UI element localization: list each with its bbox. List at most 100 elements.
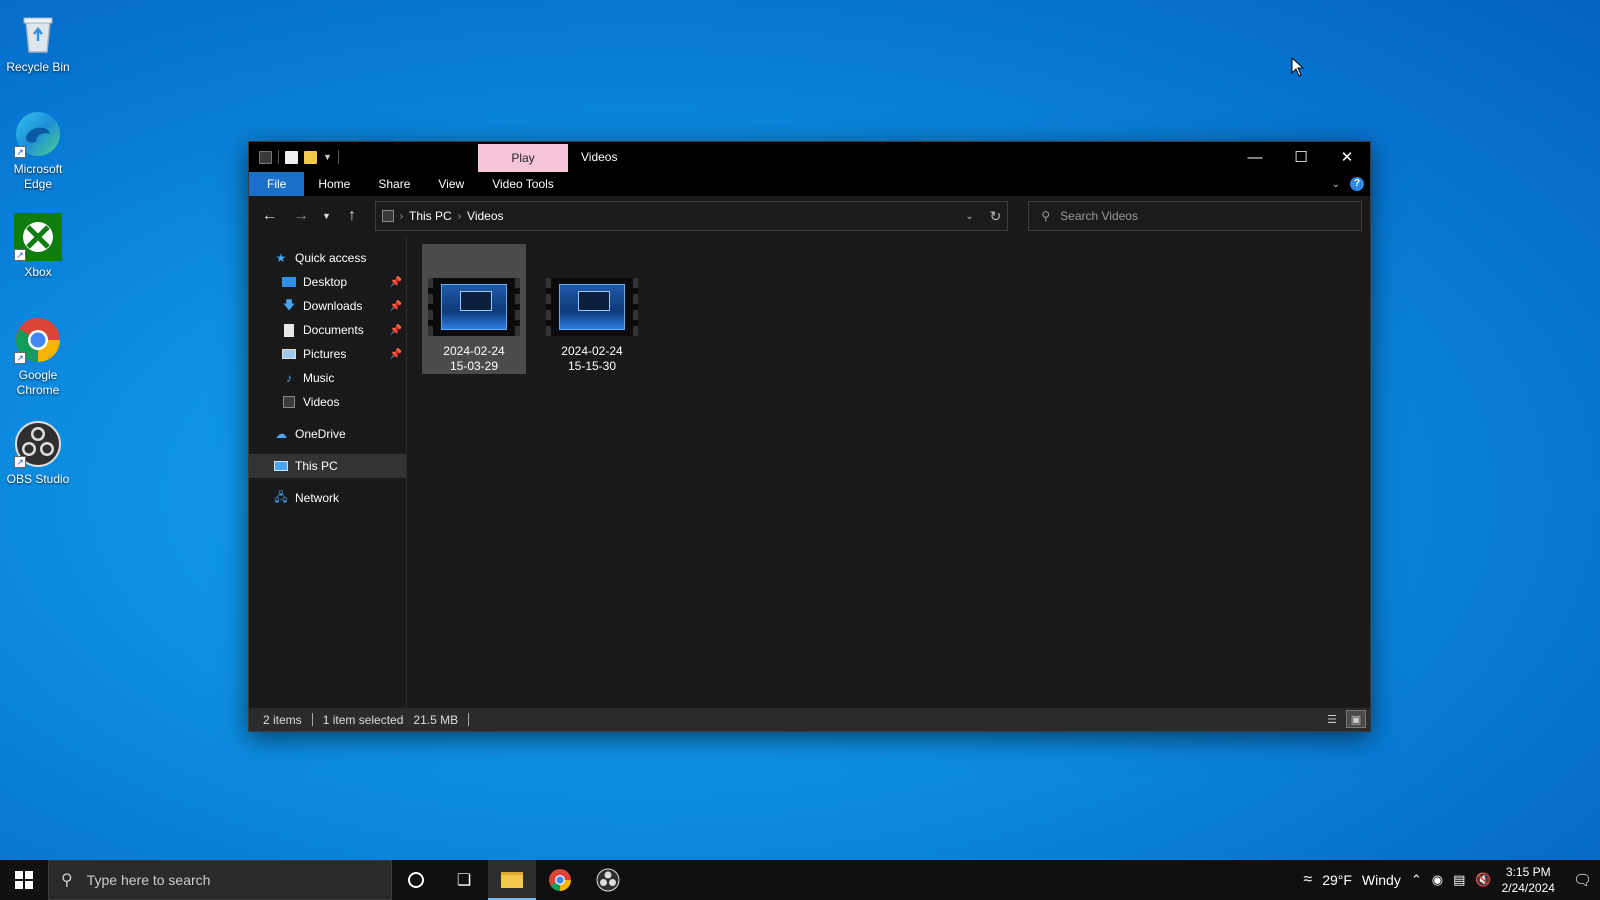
breadcrumb-separator-icon: › bbox=[399, 210, 404, 222]
details-view-icon[interactable]: ☰ bbox=[1322, 710, 1342, 728]
weather-temp[interactable]: 29°F bbox=[1322, 872, 1352, 888]
ribbon-tabs: File Home Share View Video Tools ⌄ ? bbox=[249, 172, 1370, 196]
nav-item-music[interactable]: ♪ Music bbox=[249, 366, 406, 390]
tab-play-context[interactable]: Play bbox=[478, 144, 568, 172]
nav-item-downloads[interactable]: 🡇 Downloads 📌 bbox=[249, 294, 406, 318]
minimize-button[interactable]: — bbox=[1232, 142, 1278, 172]
clock[interactable]: 3:15 PM 2/24/2024 bbox=[1502, 864, 1555, 896]
video-thumbnail-icon bbox=[428, 278, 520, 336]
breadcrumb-separator-icon: › bbox=[457, 210, 462, 222]
search-input[interactable]: ⚲ Search Videos bbox=[1028, 201, 1362, 231]
nav-item-label: Music bbox=[303, 371, 335, 385]
start-button[interactable] bbox=[0, 860, 48, 900]
volume-muted-icon[interactable]: 🔇 bbox=[1475, 872, 1491, 888]
tab-file[interactable]: File bbox=[249, 172, 305, 196]
taskbar-obs[interactable] bbox=[584, 860, 632, 900]
address-history-chevron-icon[interactable]: ⌄ bbox=[965, 211, 973, 222]
nav-item-label: Downloads bbox=[303, 299, 363, 313]
date: 2/24/2024 bbox=[1501, 881, 1555, 895]
close-button[interactable]: ✕ bbox=[1324, 142, 1370, 172]
breadcrumb-this-pc[interactable]: This PC bbox=[409, 209, 452, 223]
taskbar: ⚲ Type here to search ❏ ≈ 29°F Windy ⌃ ◉… bbox=[0, 860, 1600, 900]
tab-share[interactable]: Share bbox=[364, 172, 424, 196]
shortcut-arrow-icon: ↗ bbox=[14, 249, 26, 261]
selection-size: 21.5 MB bbox=[413, 712, 459, 727]
taskbar-search-input[interactable]: ⚲ Type here to search bbox=[48, 860, 392, 900]
weather-desc[interactable]: Windy bbox=[1362, 872, 1401, 888]
file-item[interactable]: 2024-02-24 15-15-30 bbox=[540, 244, 644, 374]
pin-icon[interactable]: 📌 bbox=[390, 301, 402, 312]
tab-view[interactable]: View bbox=[424, 172, 478, 196]
forward-button[interactable]: → bbox=[288, 203, 313, 229]
window-icon bbox=[259, 150, 272, 164]
taskbar-file-explorer[interactable] bbox=[488, 860, 536, 900]
refresh-icon[interactable]: ↻ bbox=[990, 208, 1002, 225]
selection-info: 1 item selected bbox=[322, 712, 404, 727]
edge-icon: ↗ bbox=[14, 110, 62, 158]
file-item[interactable]: 2024-02-24 15-03-29 bbox=[422, 244, 526, 374]
nav-item-quick-access[interactable]: ★ Quick access bbox=[249, 246, 406, 270]
documents-icon bbox=[281, 323, 297, 337]
notifications-icon[interactable]: 🗨 bbox=[1573, 871, 1592, 889]
desktop-icon-obs[interactable]: ↗ OBS Studio bbox=[1, 420, 75, 487]
pin-icon[interactable]: 📌 bbox=[390, 325, 402, 336]
video-thumbnail-icon bbox=[546, 278, 638, 336]
desktop-icon-chrome[interactable]: ↗ Google Chrome bbox=[1, 316, 75, 398]
nav-item-pictures[interactable]: Pictures 📌 bbox=[249, 342, 406, 366]
desktop-folder-icon bbox=[281, 275, 297, 289]
search-placeholder: Search Videos bbox=[1060, 209, 1138, 223]
cortana-circle-icon bbox=[408, 872, 424, 888]
cortana-button[interactable] bbox=[392, 860, 440, 900]
meet-now-icon[interactable]: ◉ bbox=[1432, 872, 1443, 888]
chrome-icon: ↗ bbox=[14, 316, 62, 364]
nav-item-label: Quick access bbox=[295, 251, 367, 265]
nav-item-onedrive[interactable]: ☁ OneDrive bbox=[249, 422, 406, 446]
nav-item-documents[interactable]: Documents 📌 bbox=[249, 318, 406, 342]
pin-icon[interactable]: 📌 bbox=[390, 277, 402, 288]
large-icons-view-icon[interactable]: ▣ bbox=[1346, 710, 1366, 728]
expand-ribbon-chevron-icon[interactable]: ⌄ bbox=[1332, 179, 1340, 190]
divider bbox=[278, 150, 279, 164]
file-name: 2024-02-24 15-03-29 bbox=[443, 344, 505, 373]
shortcut-arrow-icon: ↗ bbox=[14, 146, 26, 158]
navigation-pane: ★ Quick access Desktop 📌 🡇 Downloads 📌 D… bbox=[249, 236, 407, 708]
desktop-icon-xbox[interactable]: ↗ Xbox bbox=[1, 213, 75, 280]
nav-item-this-pc[interactable]: This PC bbox=[249, 454, 406, 478]
desktop-icon-edge[interactable]: ↗ Microsoft Edge bbox=[1, 110, 75, 192]
pin-icon[interactable]: 📌 bbox=[390, 349, 402, 360]
address-bar[interactable]: › This PC › Videos ⌄ ↻ bbox=[374, 201, 1009, 231]
customize-toolbar-chevron-icon[interactable]: ▼ bbox=[323, 152, 332, 162]
desktop-icon-label: Google Chrome bbox=[16, 368, 60, 397]
new-folder-icon[interactable] bbox=[304, 150, 317, 164]
cloud-icon: ☁ bbox=[275, 427, 287, 441]
back-button[interactable]: ← bbox=[257, 203, 282, 229]
nav-item-label: Network bbox=[295, 491, 340, 505]
shortcut-arrow-icon: ↗ bbox=[14, 352, 26, 364]
maximize-button[interactable]: ☐ bbox=[1278, 142, 1324, 172]
windy-weather-icon[interactable]: ≈ bbox=[1303, 871, 1312, 889]
tab-home[interactable]: Home bbox=[304, 172, 364, 196]
up-button[interactable]: ↑ bbox=[339, 203, 364, 229]
tab-video-tools[interactable]: Video Tools bbox=[478, 172, 568, 196]
search-icon: ⚲ bbox=[1041, 209, 1051, 223]
videos-folder-icon bbox=[381, 210, 394, 222]
desktop-icon-recycle-bin[interactable]: Recycle Bin bbox=[1, 8, 75, 75]
shortcut-arrow-icon: ↗ bbox=[14, 456, 26, 468]
taskbar-chrome[interactable] bbox=[536, 860, 584, 900]
status-bar: 2 items 1 item selected 21.5 MB ☰ ▣ bbox=[249, 708, 1370, 731]
nav-item-label: OneDrive bbox=[295, 427, 346, 441]
recent-locations-chevron-icon[interactable]: ▼ bbox=[320, 203, 334, 229]
show-hidden-icons-chevron-icon[interactable]: ⌃ bbox=[1411, 872, 1422, 888]
recycle-bin-icon bbox=[14, 8, 62, 56]
nav-item-desktop[interactable]: Desktop 📌 bbox=[249, 270, 406, 294]
file-list-area[interactable]: 2024-02-24 15-03-29 2024-02-24 15-15-30 bbox=[407, 236, 1370, 708]
network-icon[interactable]: ▤ bbox=[1453, 872, 1465, 888]
properties-icon[interactable] bbox=[285, 150, 298, 164]
desktop-icon-label: Recycle Bin bbox=[6, 60, 70, 74]
task-view-button[interactable]: ❏ bbox=[440, 860, 488, 900]
breadcrumb-videos[interactable]: Videos bbox=[467, 209, 503, 223]
nav-item-network[interactable]: 🖧 Network bbox=[249, 486, 406, 510]
divider bbox=[337, 150, 339, 164]
help-icon[interactable]: ? bbox=[1350, 177, 1364, 191]
nav-item-videos[interactable]: Videos bbox=[249, 390, 406, 414]
